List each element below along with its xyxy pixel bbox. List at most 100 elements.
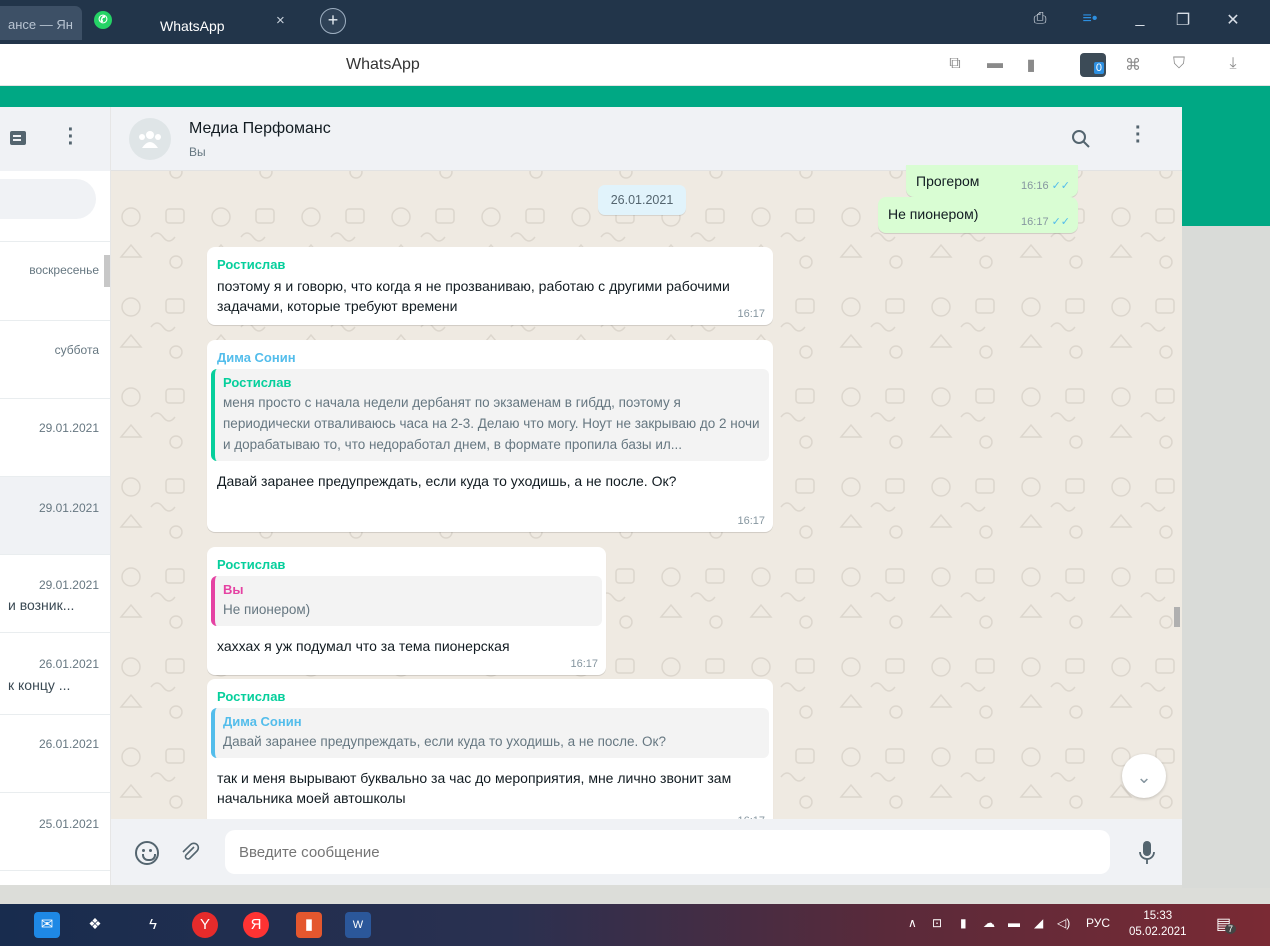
date-separator: 26.01.2021 [598,185,686,215]
read-ticks-icon: ✓✓ [1051,180,1070,192]
divider [0,241,110,242]
background-area [1182,226,1270,888]
chat-menu-icon[interactable]: · · · [1135,118,1142,152]
message-time: 16:17 [737,308,765,320]
chat-header[interactable]: Медиа Перфоманс Вы · · · [111,107,1182,171]
outgoing-message[interactable]: Прогером 16:16 ✓✓ [906,165,1078,197]
read-ticks-icon: ✓✓ [1051,216,1070,228]
emoji-icon[interactable] [135,841,159,865]
extension-badge-icon[interactable]: 0 [1080,53,1106,77]
map-extension-icon[interactable]: ⌘ [1122,55,1144,75]
bookmarks-panel-icon[interactable]: ⎙ [1025,10,1055,28]
quote-author: Вы [223,582,244,597]
outgoing-message[interactable]: Не пионером) 16:17 ✓✓ [878,197,1078,233]
clock-date: 05.02.2021 [1129,926,1187,938]
onedrive-icon[interactable]: ☁ [983,916,995,930]
notifications-icon[interactable]: ≡• [1075,10,1105,28]
dropbox-icon[interactable]: ❖ [82,912,108,938]
message-sender: Дима Сонин [217,350,296,365]
sidebar-search-input[interactable] [0,179,96,219]
quoted-message[interactable]: Ростислав меня просто с начала недели де… [211,369,769,461]
clock[interactable]: 15:33 05.02.2021 [1129,908,1187,940]
chat-list-item-selected[interactable]: 29.01.2021 [0,477,110,555]
microphone-icon[interactable] [1139,841,1155,865]
restore-button[interactable]: ❐ [1168,10,1198,30]
message-time: 16:16 ✓✓ [1021,180,1070,192]
attach-icon[interactable] [179,841,201,863]
tray-battery-icon[interactable]: ▮ [960,916,967,930]
office-icon[interactable]: ▮ [296,912,322,938]
extension-badge-count: 0 [1093,62,1104,74]
language-indicator[interactable]: РУС [1086,916,1110,930]
minimize-button[interactable]: _ [1125,10,1155,28]
chat-list-date: суббота [54,343,99,357]
scroll-down-button[interactable]: ⌄ [1122,754,1166,798]
notification-center-icon[interactable]: ▤ 7 [1216,914,1238,936]
message-text: Давай заранее предупреждать, если куда т… [217,473,677,489]
tray-device-icon[interactable]: ▬ [1008,916,1020,930]
yandex-browser-icon[interactable]: Y [192,912,218,938]
comment-icon[interactable]: ▬ [984,55,1006,73]
search-icon[interactable] [1071,129,1091,149]
message-text: поэтому я и говорю, что когда я не прозв… [217,278,730,314]
incoming-message[interactable]: Ростислав Дима Сонин Давай заранее преду… [207,679,773,829]
quoted-message[interactable]: Вы Не пионером) [211,576,602,626]
yandex-app-icon[interactable]: Я [243,912,269,938]
tab-close-icon[interactable]: × [276,12,285,29]
quoted-message[interactable]: Дима Сонин Давай заранее предупреждать, … [211,708,769,758]
close-window-button[interactable]: ✕ [1218,10,1248,30]
volume-icon[interactable]: ◁) [1057,916,1070,930]
sidebar-header: · · · [0,107,110,171]
incoming-message[interactable]: Ростислав Вы Не пионером) хаххах я уж по… [207,547,606,675]
chat-list-item[interactable]: 26.01.2021 к концу ... [0,633,110,715]
mail-app-icon[interactable]: ✉ [34,912,60,938]
chat-list-item[interactable]: 26.01.2021 [0,715,110,793]
incoming-message[interactable]: Дима Сонин Ростислав меня просто с начал… [207,340,773,532]
download-icon[interactable]: ⤓ [1222,55,1244,73]
wifi-icon[interactable]: ◢ [1034,916,1043,930]
chat-panel: Медиа Перфоманс Вы · · · Прогером 16:16 ✓✓ … [111,107,1182,885]
incoming-message[interactable]: Ростислав поэтому я и говорю, что когда … [207,247,773,325]
address-bar: WhatsApp ⧉ ▬ ▮ 0 ⌘ ⛉ ⤓ [0,44,1270,86]
group-icon [139,131,161,148]
chat-list-preview: и возник... [8,597,75,613]
bolt-app-icon[interactable]: ϟ [140,912,166,938]
new-tab-button[interactable]: + [320,8,346,34]
tray-app-icon[interactable]: ⊡ [932,916,942,930]
message-text: хаххах я уж подумал что за тема пионерск… [217,638,510,654]
chat-title: Медиа Перфоманс [189,120,331,137]
chat-list-item[interactable]: воскресенье [0,243,110,321]
browser-tab-yandex[interactable]: ансе — Ян [0,6,82,40]
message-composer [111,819,1182,885]
quote-text: меня просто с начала недели дербанят по … [223,395,760,452]
bookmark-icon[interactable]: ▮ [1020,55,1042,75]
chat-list-item[interactable]: суббота [0,321,110,399]
protect-icon[interactable]: ⛉ [1168,55,1190,73]
chat-list-date: 26.01.2021 [38,737,99,751]
page-title: WhatsApp [346,56,420,73]
browser-tab-bar: ансе — Ян ✆ WhatsApp × + ⎙ ≡• _ ❐ ✕ [0,0,1270,44]
chat-scrollbar[interactable] [1174,607,1180,627]
chat-subtitle: Вы [189,145,206,159]
scrollbar-thumb[interactable] [104,255,110,287]
quote-author: Ростислав [223,375,292,390]
message-sender: Ростислав [217,257,286,272]
message-text: Прогером [916,173,980,189]
chat-list-date: 29.01.2021 [38,421,99,435]
chat-list-item[interactable]: 25.01.2021 [0,793,110,871]
notification-count: 7 [1225,924,1237,934]
message-text: Не пионером) [888,206,979,222]
whatsapp-tab-icon: ✆ [94,11,112,29]
message-sender: Ростислав [217,557,286,572]
chat-list-item[interactable]: 29.01.2021 [0,399,110,477]
new-chat-icon[interactable] [10,131,26,145]
sidebar-menu-icon[interactable]: · · · [66,120,76,154]
group-avatar[interactable] [129,118,171,160]
chat-list-item[interactable]: 29.01.2021 и возник... [0,555,110,633]
message-input[interactable] [225,830,1110,874]
chat-list-sidebar: · · · воскресенье суббота 29.01.2021 29.01… [0,107,111,885]
tray-expand-icon[interactable]: ∧ [908,916,917,930]
copy-link-icon[interactable]: ⧉ [944,55,966,73]
chat-list-preview: к концу ... [8,677,71,693]
word-icon[interactable]: W [345,912,371,938]
